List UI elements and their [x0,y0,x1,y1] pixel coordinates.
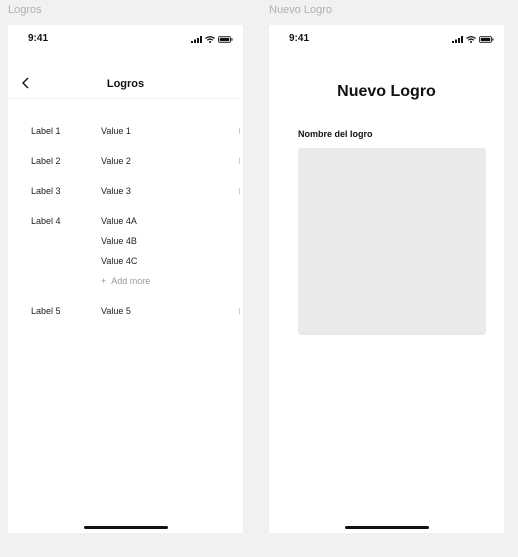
row-label: Label 1 [31,126,61,136]
list-item[interactable]: Label 2 Value 2 [31,156,243,186]
frame-label-nuevo-logro: Nuevo Logro [269,4,332,16]
row-label: Label 3 [31,186,61,196]
row-value: Value 1 [101,126,131,136]
plus-icon: + [101,276,107,286]
row-value: Value 4A [101,216,137,226]
row-label: Label 5 [31,306,61,316]
status-bar: 9:41 [8,25,243,53]
status-icons [191,35,233,43]
chevron-right-icon [239,158,243,164]
row-label: Label 4 [31,216,61,226]
chevron-right-icon [239,188,243,194]
list-item[interactable]: Label 5 Value 5 [31,306,243,336]
page-title: Nuevo Logro [337,83,436,100]
navigation-bar: Logros [8,65,243,99]
wifi-icon [466,35,476,43]
row-value: Value 3 [101,186,131,196]
list-item[interactable]: Label 4 Value 4A Value 4B Value 4C + Add … [31,216,243,306]
add-more-label: Add more [111,276,151,286]
home-indicator [83,526,168,529]
row-value: Value 4C [101,256,138,266]
logros-screen: 9:41 Logros Label 1 Value 1 Label 2 Valu… [8,25,243,533]
row-value: Value 2 [101,156,131,166]
add-more-button[interactable]: + Add more [101,276,150,296]
cellular-signal-icon [191,35,202,43]
frame-label-logros: Logros [8,4,42,16]
row-label: Label 2 [31,156,61,166]
logros-list: Label 1 Value 1 Label 2 Value 2 Label 3 … [31,126,243,336]
status-time: 9:41 [28,33,49,44]
status-icons [452,35,494,43]
chevron-right-icon [239,128,243,134]
battery-icon [479,35,494,43]
home-indicator [344,526,429,529]
list-item[interactable]: Label 3 Value 3 [31,186,243,216]
cellular-signal-icon [452,35,463,43]
chevron-right-icon [239,308,243,314]
field-label: Nombre del logro [298,129,373,139]
status-bar: 9:41 [269,25,504,53]
page-title: Logros [106,78,145,90]
nombre-del-logro-field[interactable] [298,148,486,335]
status-time: 9:41 [289,33,310,44]
row-value: Value 5 [101,306,131,316]
wifi-icon [205,35,215,43]
row-value: Value 4B [101,236,137,246]
nuevo-logro-screen: 9:41 Nuevo Logro Nombre del logro [269,25,504,533]
battery-icon [218,35,233,43]
list-item[interactable]: Label 1 Value 1 [31,126,243,156]
